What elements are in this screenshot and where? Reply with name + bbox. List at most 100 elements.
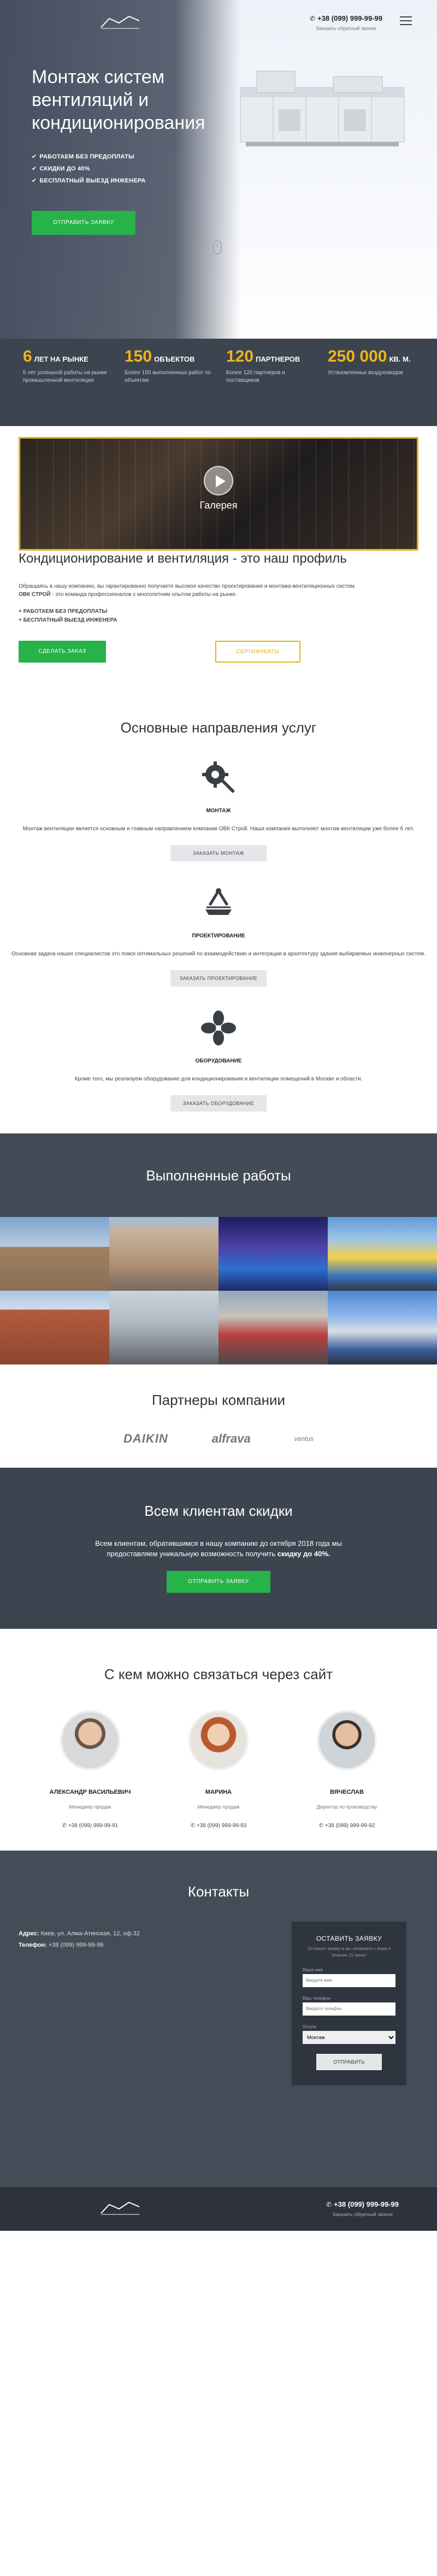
make-order-button[interactable]: СДЕЛАТЬ ЗАКАЗ [19,641,106,663]
phone-icon: ✆ [310,15,316,22]
order-equipment-button[interactable]: ЗАКАЗАТЬ ОБОРУДОВАНИЕ [170,1095,267,1112]
service-installation: МОНТАЖ Монтаж вентиляции является основн… [0,758,437,861]
phone-field[interactable] [303,2002,395,2016]
member-role: Менеджер продаж [197,1804,240,1810]
fan-icon [201,1011,236,1045]
partner-logo-daikin: DAIKIN [123,1432,168,1445]
discount-send-request-button[interactable]: ОТПРАВИТЬ ЗАЯВКУ [167,1571,270,1593]
member-phone[interactable]: ✆ +38 (099) 999-99-92 [300,1823,393,1829]
scroll-down-icon[interactable] [213,240,222,255]
name-field[interactable] [303,1974,395,1987]
hamburger-menu-icon[interactable] [400,16,412,25]
video-label: Галерея [199,500,238,511]
service-description: Кроме того, мы реализуем оборудование дл… [74,1076,363,1082]
partner-logo-ventus: ventus [294,1435,314,1443]
warehouse-exterior-photo[interactable] [109,1291,218,1364]
phone-icon: ✆ [62,1823,68,1829]
highrise-tower-photo[interactable] [109,1217,218,1291]
services-title: Основные направления услуг [120,719,317,736]
about-title: Кондиционирование и вентиляция - это наш… [19,551,347,566]
form-submit-button[interactable]: ОТПРАВИТЬ [316,2054,382,2070]
team-title: С кем можно связаться через сайт [104,1666,333,1682]
shopping-street-photo[interactable] [218,1291,328,1364]
member-phone[interactable]: ✆ +38 (099) 999-99-91 [44,1823,137,1829]
play-icon[interactable] [204,466,233,495]
partners-title: Партнеры компании [151,1392,286,1408]
avatar [188,1710,249,1770]
member-phone[interactable]: ✆ +38 (099) 999-99-93 [172,1823,265,1829]
order-installation-button[interactable]: ЗАКАЗАТЬ МОНТАЖ [170,845,267,861]
check-icon: ✔ [32,166,37,172]
contact-phone[interactable]: +38 (099) 999-99-99 [49,1942,104,1948]
stat-area: 250 000 КВ. М. Установленных воздуховодов [328,347,411,376]
service-name: ПРОЕКТИРОВАНИЕ [192,933,245,939]
name-label: Ваше имя [303,1968,323,1972]
brick-building-photo[interactable] [0,1291,109,1364]
member-name: МАРИНА [205,1789,232,1795]
team-member: ВЯЧЕСЛАВ Директор по производству ✆ +38 … [300,1710,393,1829]
hero-feature: ✔ СКИДКИ ДО 40% [32,166,90,172]
check-icon: ✔ [32,153,37,160]
stats-bar: 6 ЛЕТ НА РЫНКЕ 6 лет успешной работы на ры… [0,339,437,426]
company-logo[interactable] [98,2199,142,2218]
classic-building-photo[interactable] [0,1217,109,1291]
about-features: + РАБОТАЕМ БЕЗ ПРЕДОПЛАТЫ + БЕСПЛАТНЫЙ В… [19,608,418,623]
hero-send-request-button[interactable]: ОТПРАВИТЬ ЗАЯВКУ [32,211,135,235]
mall-facade-photo[interactable] [328,1217,437,1291]
phone-icon: ✆ [190,1823,197,1829]
member-name: ВЯЧЕСЛАВ [330,1789,364,1795]
contacts-title: Контакты [187,1883,250,1900]
pool-interior-photo[interactable] [218,1217,328,1291]
phone-icon: ✆ [326,2201,332,2208]
team-section: С кем можно связаться через сайт АЛЕКСАН… [0,1629,437,1851]
member-name: АЛЕКСАНДР ВАСИЛЬЕВИЧ [49,1789,131,1795]
avatar [60,1710,120,1770]
hero-feature: ✔ РАБОТАЕМ БЕЗ ПРЕДОПЛАТЫ [32,153,134,160]
callback-link[interactable]: Заказать обратный звонок [310,26,382,31]
works-section: Выполненные работы [0,1133,437,1364]
company-logo[interactable] [98,13,142,32]
service-description: Монтаж вентиляции является основным и гл… [22,826,415,832]
certificates-button[interactable]: СЕРТИФИКАТЫ [215,641,300,663]
hero-section: ✆ +38 (099) 999-99-99 Заказать обратный з… [0,0,437,339]
stat-objects: 150 ОБЪЕКТОВ Более 150 выполненных работ п… [125,347,211,383]
hero-features: ✔ РАБОТАЕМ БЕЗ ПРЕДОПЛАТЫ ✔ СКИДКИ ДО 40% … [32,153,146,189]
header-contact: ✆ +38 (099) 999-99-99 Заказать обратный з… [310,14,382,31]
works-title: Выполненные работы [146,1167,291,1184]
stat-partners: 120 ПАРТНЕРОВ Более 120 партнеров и постав… [226,347,300,383]
request-form: ОСТАВИТЬ ЗАЯВКУ Оставьте заявку и мы свя… [292,1922,406,2085]
form-subtitle: Оставьте заявку и мы свяжемся с вами в т… [307,1946,391,1958]
partners-section: Партнеры компании DAIKIN alfrava ventus [0,1364,437,1468]
footer-callback-link[interactable]: Заказать обратный звонок [326,2212,399,2217]
footer: ✆ +38 (099) 999-99-99 Заказать обратный з… [0,2187,437,2231]
service-label: Услуга [303,2024,316,2029]
wrench-gear-icon [202,761,235,793]
phone-icon: ✆ [318,1823,325,1829]
service-description: Основная задача наших специалистов это п… [11,951,426,957]
footer-phone[interactable]: ✆ +38 (099) 999-99-99 [326,2200,399,2208]
service-design: ПРОЕКТИРОВАНИЕ Основная задача наших спе… [0,883,437,986]
member-role: Менеджер продаж [69,1804,111,1810]
service-equipment: ОБОРУДОВАНИЕ Кроме того, мы реализуем об… [0,1008,437,1112]
office-center-photo[interactable] [328,1291,437,1364]
service-name: МОНТАЖ [206,808,231,814]
stat-years: 6 ЛЕТ НА РЫНКЕ 6 лет успешной работы на ры… [23,347,108,383]
gallery-video[interactable]: Галерея [19,437,418,551]
address-block: Адрес: Киев, ул. Алма-Атинская, 12, оф.3… [19,1930,140,1948]
service-name: ОБОРУДОВАНИЕ [195,1058,242,1064]
phone-label: Ваш телефон [303,1996,330,2001]
team-member: МАРИНА Менеджер продаж ✆ +38 (099) 999-9… [172,1710,265,1829]
check-icon: ✔ [32,178,37,184]
order-design-button[interactable]: ЗАКАЗАТЬ ПРОЕКТИРОВАНИЕ [170,970,267,986]
contacts-section: Контакты Адрес: Киев, ул. Алма-Атинская,… [0,1851,437,2187]
discount-text: Всем клиентам, обратившимся в нашу компа… [95,1539,342,1558]
works-grid [0,1217,437,1364]
about-intro: Обращаясь в нашу компанию, вы гарантиров… [19,583,356,598]
service-select[interactable]: Монтаж [303,2031,395,2044]
header-phone[interactable]: ✆ +38 (099) 999-99-99 [310,14,382,22]
hero-title: Монтаж систем вентиляций и кондициониров… [32,67,205,133]
about-feature: + РАБОТАЕМ БЕЗ ПРЕДОПЛАТЫ [19,608,108,615]
drafting-icon [205,888,232,915]
about-section: Галерея Кондиционирование и вентиляция -… [0,426,437,684]
form-title: ОСТАВИТЬ ЗАЯВКУ [316,1935,382,1942]
